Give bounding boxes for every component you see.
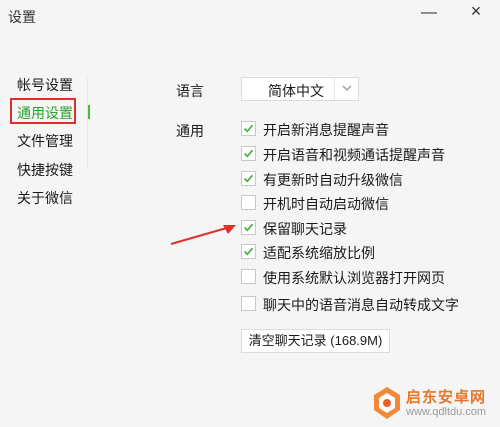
nav-item-about[interactable]: 关于微信 — [17, 188, 97, 208]
check-icon — [243, 174, 254, 183]
checkbox[interactable] — [241, 146, 256, 161]
watermark-name: 启东安卓网 — [406, 389, 487, 406]
option-label: 保留聊天记录 — [263, 221, 347, 237]
minimize-icon: — — [421, 4, 437, 21]
option-label: 有更新时自动升级微信 — [263, 172, 403, 188]
watermark-url: www.qdltdu.com — [406, 406, 487, 418]
minimize-button[interactable]: — — [418, 4, 440, 22]
option-label: 使用系统默认浏览器打开网页 — [263, 270, 445, 286]
checkbox[interactable] — [241, 121, 256, 136]
nav-item-files[interactable]: 文件管理 — [17, 131, 97, 151]
language-select-value: 简体中文 — [268, 83, 324, 99]
option-label: 聊天中的语音消息自动转成文字 — [263, 297, 459, 313]
nav-item-shortcuts[interactable]: 快捷按键 — [17, 160, 97, 180]
language-label: 语言 — [176, 83, 204, 99]
active-nav-marker — [88, 105, 90, 119]
option-label: 开机时自动启动微信 — [263, 196, 389, 212]
highlight-box — [10, 98, 76, 124]
close-icon: × — [470, 1, 482, 21]
check-icon — [243, 149, 254, 158]
checkbox[interactable] — [241, 171, 256, 186]
window-title: 设置 — [8, 9, 36, 25]
nav-item-account[interactable]: 帐号设置 — [17, 75, 97, 95]
annotation-arrow-icon — [170, 225, 236, 245]
watermark-logo-icon — [374, 387, 400, 419]
checkbox[interactable] — [241, 195, 256, 210]
chevron-down-icon — [340, 81, 354, 100]
language-select[interactable]: 简体中文 — [241, 77, 359, 101]
checkbox[interactable] — [241, 220, 256, 235]
general-label: 通用 — [176, 123, 204, 139]
check-icon — [243, 124, 254, 133]
select-separator — [334, 78, 335, 100]
checkbox[interactable] — [241, 244, 256, 259]
check-icon — [243, 247, 254, 256]
checkbox[interactable] — [241, 296, 256, 311]
checkbox[interactable] — [241, 269, 256, 284]
option-label: 适配系统缩放比例 — [263, 245, 375, 261]
watermark: 启东安卓网 www.qdltdu.com — [372, 380, 500, 427]
option-label: 开启语音和视频通话提醒声音 — [263, 147, 445, 163]
close-button[interactable]: × — [465, 1, 487, 22]
clear-chat-history-button[interactable]: 清空聊天记录 (168.9M) — [241, 329, 390, 353]
option-label: 开启新消息提醒声音 — [263, 122, 389, 138]
check-icon — [243, 223, 254, 232]
